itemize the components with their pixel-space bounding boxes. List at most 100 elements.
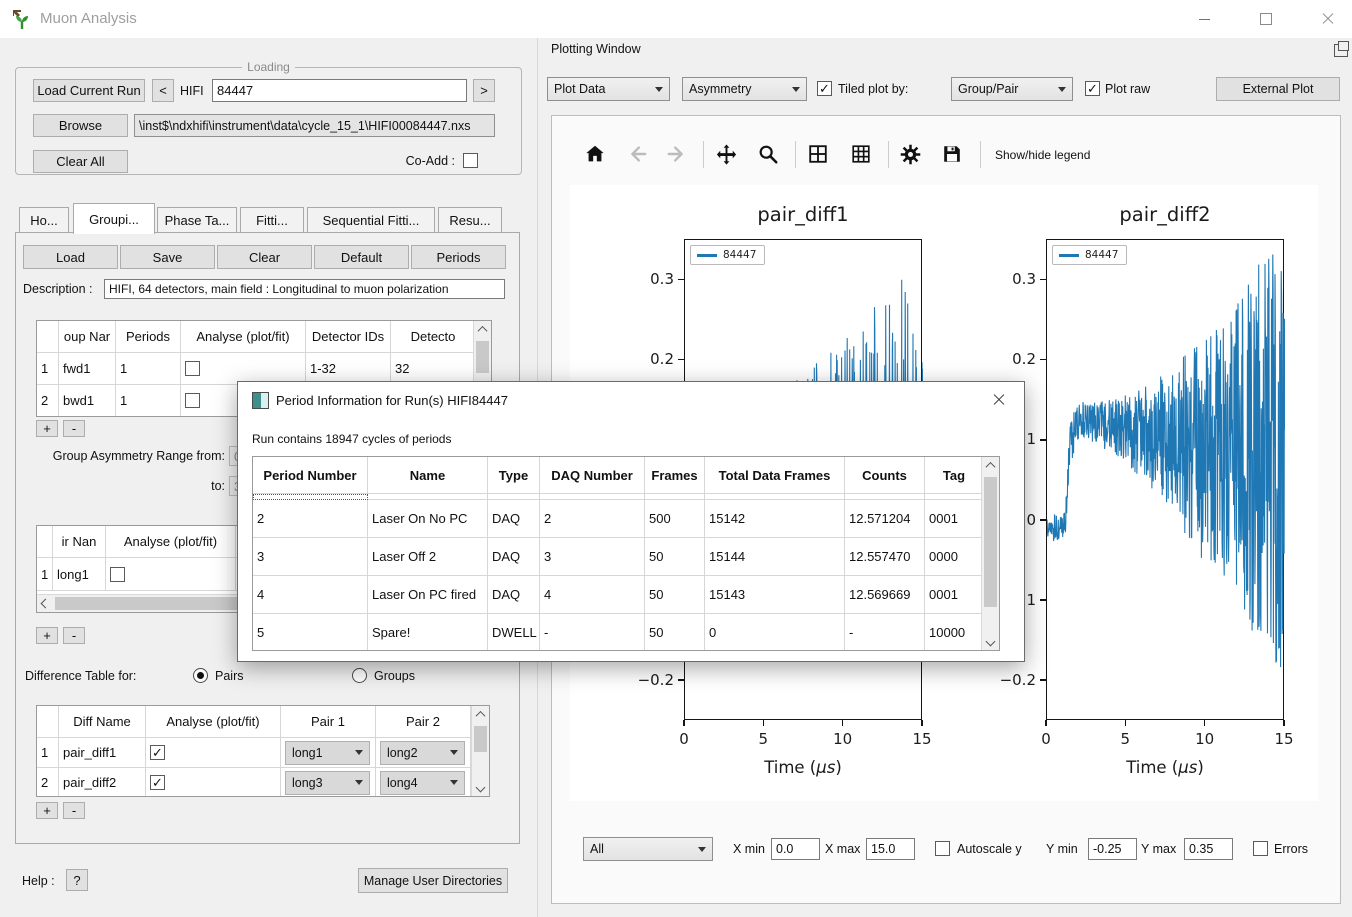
scroll-down-icon[interactable] xyxy=(472,779,489,796)
diff-remove-button[interactable]: - xyxy=(63,802,85,819)
diff-name-cell: pair_diff1 xyxy=(59,738,146,768)
tab-groupi[interactable]: Groupi... xyxy=(73,203,155,234)
ymax-input[interactable] xyxy=(1184,838,1233,860)
minimize-icon xyxy=(1199,19,1210,20)
run-number-input[interactable] xyxy=(212,79,467,102)
manage-user-directories-button[interactable]: Manage User Directories xyxy=(358,868,508,893)
co-add-checkbox[interactable] xyxy=(463,153,478,168)
pair-name-cell: long1 xyxy=(53,558,106,591)
ymax-label: Y max xyxy=(1141,840,1176,858)
co-add-label: Co-Add : xyxy=(380,150,455,171)
chevron-down-icon xyxy=(792,87,800,92)
tiled-plot-label: Tiled plot by: xyxy=(838,81,908,97)
row-number: 1 xyxy=(37,353,59,385)
pair-remove-button[interactable]: - xyxy=(63,627,85,644)
x-tick xyxy=(763,720,765,726)
pair2-combo[interactable]: long4 xyxy=(380,771,465,795)
diff-table-header: Pair 2 xyxy=(376,706,471,738)
previous-run-button[interactable]: < xyxy=(152,79,174,102)
clear-all-button[interactable]: Clear All xyxy=(33,150,128,173)
configure-subplots-icon[interactable] xyxy=(805,141,831,167)
instrument-label: HIFI xyxy=(180,79,204,102)
load-button[interactable]: Load xyxy=(23,245,118,269)
vertical-scrollbar[interactable] xyxy=(981,457,999,650)
back-icon[interactable] xyxy=(624,141,650,167)
autoscale-y-checkbox[interactable] xyxy=(935,841,950,856)
diff-add-button[interactable]: + xyxy=(36,802,58,819)
scrollbar-thumb[interactable] xyxy=(984,477,997,607)
tab-ho[interactable]: Ho... xyxy=(19,207,69,233)
default-button[interactable]: Default xyxy=(314,245,409,269)
tab-sequential fitti[interactable]: Sequential Fitti... xyxy=(307,207,435,233)
tab-phase ta[interactable]: Phase Ta... xyxy=(157,207,237,233)
tile-by-combo[interactable]: Group/Pair xyxy=(951,77,1073,101)
plot-type-combo[interactable]: Asymmetry xyxy=(682,77,807,101)
description-field[interactable] xyxy=(104,279,505,299)
tab-fitti[interactable]: Fitti... xyxy=(240,207,304,233)
browse-button[interactable]: Browse xyxy=(33,114,128,137)
scroll-left-icon[interactable] xyxy=(37,595,54,612)
load-current-run-button[interactable]: Load Current Run xyxy=(33,79,145,102)
float-dock-icon[interactable] xyxy=(1334,44,1348,57)
plot-data-combo[interactable]: Plot Data xyxy=(547,77,670,101)
diff-analyse-checkbox[interactable]: ✓ xyxy=(150,775,165,790)
group-remove-button[interactable]: - xyxy=(63,420,85,437)
file-path-field[interactable] xyxy=(134,114,495,137)
vertical-scrollbar[interactable] xyxy=(471,706,489,796)
pair1-combo[interactable]: long1 xyxy=(285,741,370,765)
scroll-up-icon[interactable] xyxy=(472,706,489,723)
plot-selector-combo[interactable]: All xyxy=(583,837,713,861)
errors-checkbox[interactable] xyxy=(1253,841,1268,856)
xmin-input[interactable] xyxy=(771,838,820,860)
groups-radio[interactable] xyxy=(352,668,367,683)
y-tick-label: 0.3 xyxy=(634,270,674,288)
axes-pair_diff2[interactable]: 84447 xyxy=(1046,239,1284,720)
scrollbar-thumb[interactable] xyxy=(474,726,487,752)
autoscale-y-label: Autoscale y xyxy=(957,840,1022,858)
next-run-button[interactable]: > xyxy=(473,79,495,102)
maximize-button[interactable] xyxy=(1242,0,1290,38)
pair2-combo[interactable]: long2 xyxy=(380,741,465,765)
external-plot-button[interactable]: External Plot xyxy=(1216,77,1340,101)
xmax-input[interactable] xyxy=(866,838,915,860)
scroll-up-icon[interactable] xyxy=(474,321,491,338)
group-add-button[interactable]: + xyxy=(36,420,58,437)
group-analyse-checkbox[interactable] xyxy=(185,393,200,408)
home-icon[interactable] xyxy=(582,141,608,167)
zoom-icon[interactable] xyxy=(755,141,781,167)
tiled-plot-checkbox[interactable]: ✓ xyxy=(817,81,832,96)
save-button[interactable]: Save xyxy=(120,245,215,269)
pairs-radio[interactable] xyxy=(193,668,208,683)
gear-icon[interactable] xyxy=(897,141,923,167)
diff-analyse-checkbox[interactable]: ✓ xyxy=(150,745,165,760)
periods-button[interactable]: Periods xyxy=(411,245,506,269)
tab-resu[interactable]: Resu... xyxy=(438,207,502,233)
diff-table-header: Analyse (plot/fit) xyxy=(146,706,281,738)
legend-line xyxy=(697,254,717,257)
save-icon[interactable] xyxy=(939,141,965,167)
scroll-down-icon[interactable] xyxy=(982,633,999,650)
close-button[interactable] xyxy=(1304,0,1352,38)
pair-analyse-checkbox[interactable] xyxy=(110,567,125,582)
muon-analysis-window: { "titlebar": { "title": "Muon Analysis"… xyxy=(0,0,1352,917)
difference-table-for-label: Difference Table for: xyxy=(25,667,136,685)
dialog-close-button[interactable] xyxy=(984,388,1014,412)
period-cell: 2 xyxy=(540,500,645,538)
show-hide-legend-button[interactable]: Show/hide legend xyxy=(995,147,1090,163)
scroll-up-icon[interactable] xyxy=(982,457,999,474)
pan-icon[interactable] xyxy=(713,141,739,167)
period-cell: 50 xyxy=(645,538,705,576)
grid-layout-icon[interactable] xyxy=(848,141,874,167)
scrollbar-thumb[interactable] xyxy=(476,341,489,373)
ymin-input[interactable] xyxy=(1088,838,1137,860)
forward-icon[interactable] xyxy=(664,141,690,167)
clear-button[interactable]: Clear xyxy=(217,245,312,269)
minimize-button[interactable] xyxy=(1180,0,1228,38)
group-analyse-checkbox[interactable] xyxy=(185,361,200,376)
plot-raw-checkbox[interactable]: ✓ xyxy=(1085,81,1100,96)
pair-add-button[interactable]: + xyxy=(36,627,58,644)
period-table-header: Total Data Frames xyxy=(705,457,845,494)
pair1-combo[interactable]: long3 xyxy=(285,771,370,795)
period-cell: 0 xyxy=(705,614,845,651)
help-button[interactable]: ? xyxy=(66,869,88,891)
